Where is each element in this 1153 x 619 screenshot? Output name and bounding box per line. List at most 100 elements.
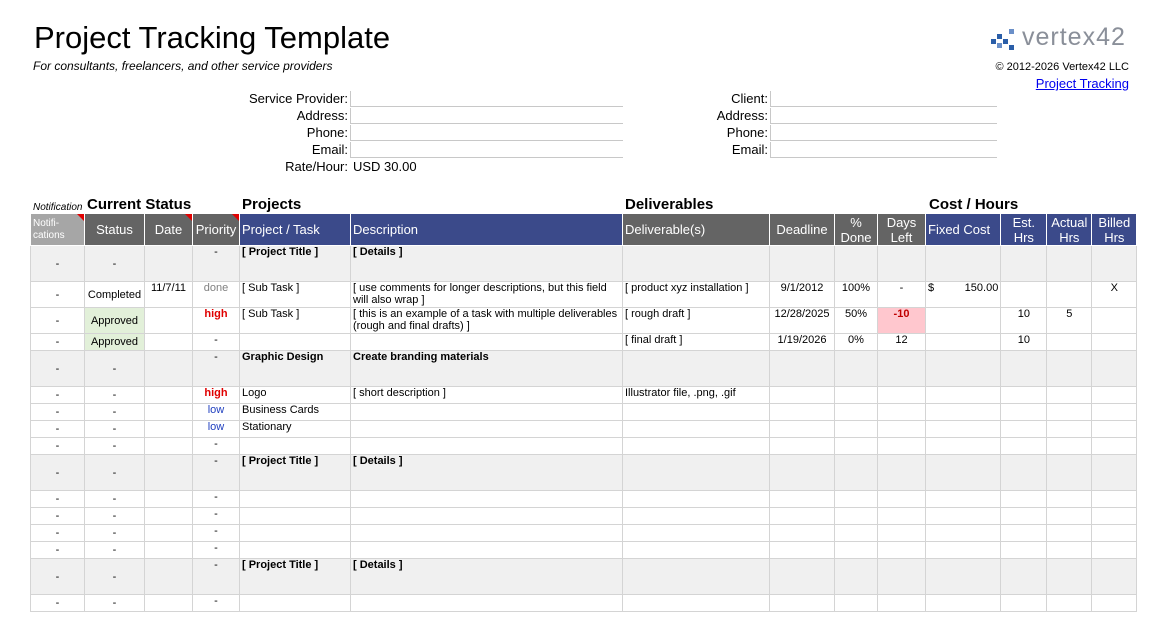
actual-hrs-cell[interactable] bbox=[1046, 454, 1093, 491]
actual-hrs-cell[interactable] bbox=[1046, 245, 1093, 282]
task-cell[interactable]: [ Sub Task ] bbox=[239, 281, 351, 308]
date-cell[interactable] bbox=[144, 386, 193, 404]
days-left-cell[interactable]: - bbox=[877, 281, 926, 308]
priority-cell[interactable]: - bbox=[192, 454, 240, 491]
col-est-hrs[interactable]: Est. Hrs bbox=[1000, 213, 1048, 246]
deliverable-cell[interactable] bbox=[622, 507, 770, 525]
description-cell[interactable] bbox=[350, 437, 623, 455]
actual-hrs-cell[interactable] bbox=[1046, 524, 1093, 542]
percent-done-cell[interactable] bbox=[834, 420, 878, 438]
status-cell[interactable]: - bbox=[84, 245, 145, 282]
deadline-cell[interactable] bbox=[769, 541, 835, 559]
notification-cell[interactable]: - bbox=[30, 437, 85, 455]
date-cell[interactable] bbox=[144, 558, 193, 595]
date-cell[interactable]: 11/7/11 bbox=[144, 281, 193, 308]
rate-per-hour-value[interactable]: USD 30.00 bbox=[353, 159, 417, 174]
date-cell[interactable] bbox=[144, 541, 193, 559]
est-hrs-cell[interactable] bbox=[1000, 490, 1048, 508]
actual-hrs-cell[interactable] bbox=[1046, 437, 1093, 455]
deadline-cell[interactable] bbox=[769, 245, 835, 282]
deadline-cell[interactable] bbox=[769, 403, 835, 421]
deadline-cell[interactable] bbox=[769, 490, 835, 508]
notification-cell[interactable]: - bbox=[30, 350, 85, 387]
percent-done-cell[interactable] bbox=[834, 524, 878, 542]
days-left-cell[interactable] bbox=[877, 490, 926, 508]
percent-done-cell[interactable]: 50% bbox=[834, 307, 878, 334]
notification-cell[interactable]: - bbox=[30, 541, 85, 559]
est-hrs-cell[interactable] bbox=[1000, 541, 1048, 559]
est-hrs-cell[interactable]: 10 bbox=[1000, 307, 1048, 334]
task-cell[interactable]: [ Project Title ] bbox=[239, 558, 351, 595]
est-hrs-cell[interactable] bbox=[1000, 594, 1048, 612]
billed-hrs-cell[interactable] bbox=[1091, 437, 1138, 455]
priority-cell[interactable]: - bbox=[192, 437, 240, 455]
deliverable-cell[interactable]: [ product xyz installation ] bbox=[622, 281, 770, 308]
task-cell[interactable] bbox=[239, 490, 351, 508]
col-fixed-cost[interactable]: Fixed Cost bbox=[924, 213, 1002, 246]
status-cell[interactable]: Approved bbox=[84, 307, 145, 334]
status-cell[interactable]: - bbox=[84, 386, 145, 404]
notification-cell[interactable]: - bbox=[30, 333, 85, 351]
priority-cell[interactable]: low bbox=[192, 403, 240, 421]
deliverable-cell[interactable] bbox=[622, 558, 770, 595]
col-description[interactable]: Description bbox=[350, 213, 623, 246]
deliverable-cell[interactable]: Illustrator file, .png, .gif bbox=[622, 386, 770, 404]
billed-hrs-cell[interactable] bbox=[1091, 245, 1138, 282]
task-cell[interactable]: Stationary bbox=[239, 420, 351, 438]
days-left-cell[interactable] bbox=[877, 454, 926, 491]
priority-cell[interactable]: high bbox=[192, 307, 240, 334]
deliverable-cell[interactable] bbox=[622, 245, 770, 282]
date-cell[interactable] bbox=[144, 420, 193, 438]
notification-cell[interactable]: - bbox=[30, 403, 85, 421]
priority-cell[interactable]: low bbox=[192, 420, 240, 438]
client-input[interactable] bbox=[770, 91, 997, 107]
description-cell[interactable]: [ Details ] bbox=[350, 558, 623, 595]
billed-hrs-cell[interactable] bbox=[1091, 386, 1138, 404]
col-notifications[interactable]: Notifi-cations bbox=[30, 213, 85, 246]
description-cell[interactable] bbox=[350, 333, 623, 351]
notification-cell[interactable]: - bbox=[30, 281, 85, 308]
est-hrs-cell[interactable] bbox=[1000, 403, 1048, 421]
deliverable-cell[interactable]: [ rough draft ] bbox=[622, 307, 770, 334]
col-priority[interactable]: Priority bbox=[192, 213, 240, 246]
description-cell[interactable]: [ short description ] bbox=[350, 386, 623, 404]
deadline-cell[interactable] bbox=[769, 454, 835, 491]
service-provider-input[interactable] bbox=[350, 91, 623, 107]
description-cell[interactable] bbox=[350, 507, 623, 525]
notification-cell[interactable]: - bbox=[30, 386, 85, 404]
description-cell[interactable]: [ Details ] bbox=[350, 454, 623, 491]
actual-hrs-cell[interactable] bbox=[1046, 558, 1093, 595]
notification-cell[interactable]: - bbox=[30, 558, 85, 595]
project-tracking-link[interactable]: Project Tracking bbox=[1036, 76, 1129, 91]
actual-hrs-cell[interactable]: 5 bbox=[1046, 307, 1093, 334]
provider-phone-input[interactable] bbox=[350, 125, 623, 141]
days-left-cell[interactable] bbox=[877, 386, 926, 404]
status-cell[interactable]: - bbox=[84, 454, 145, 491]
days-left-cell[interactable]: 12 bbox=[877, 333, 926, 351]
description-cell[interactable]: [ use comments for longer descriptions, … bbox=[350, 281, 623, 308]
task-cell[interactable] bbox=[239, 507, 351, 525]
deliverable-cell[interactable] bbox=[622, 350, 770, 387]
est-hrs-cell[interactable] bbox=[1000, 281, 1048, 308]
status-cell[interactable]: - bbox=[84, 437, 145, 455]
status-cell[interactable]: - bbox=[84, 350, 145, 387]
deliverable-cell[interactable] bbox=[622, 420, 770, 438]
deliverable-cell[interactable] bbox=[622, 524, 770, 542]
billed-hrs-cell[interactable] bbox=[1091, 541, 1138, 559]
fixed-cost-cell[interactable] bbox=[924, 333, 1002, 351]
date-cell[interactable] bbox=[144, 507, 193, 525]
fixed-cost-cell[interactable] bbox=[924, 350, 1002, 387]
task-cell[interactable]: Business Cards bbox=[239, 403, 351, 421]
col-billed-hrs[interactable]: Billed Hrs bbox=[1091, 213, 1138, 246]
actual-hrs-cell[interactable] bbox=[1046, 420, 1093, 438]
deadline-cell[interactable] bbox=[769, 594, 835, 612]
fixed-cost-cell[interactable] bbox=[924, 437, 1002, 455]
percent-done-cell[interactable] bbox=[834, 437, 878, 455]
status-cell[interactable]: - bbox=[84, 403, 145, 421]
deadline-cell[interactable] bbox=[769, 386, 835, 404]
deliverable-cell[interactable] bbox=[622, 437, 770, 455]
status-cell[interactable]: - bbox=[84, 490, 145, 508]
percent-done-cell[interactable] bbox=[834, 454, 878, 491]
priority-cell[interactable]: - bbox=[192, 333, 240, 351]
deliverable-cell[interactable] bbox=[622, 454, 770, 491]
